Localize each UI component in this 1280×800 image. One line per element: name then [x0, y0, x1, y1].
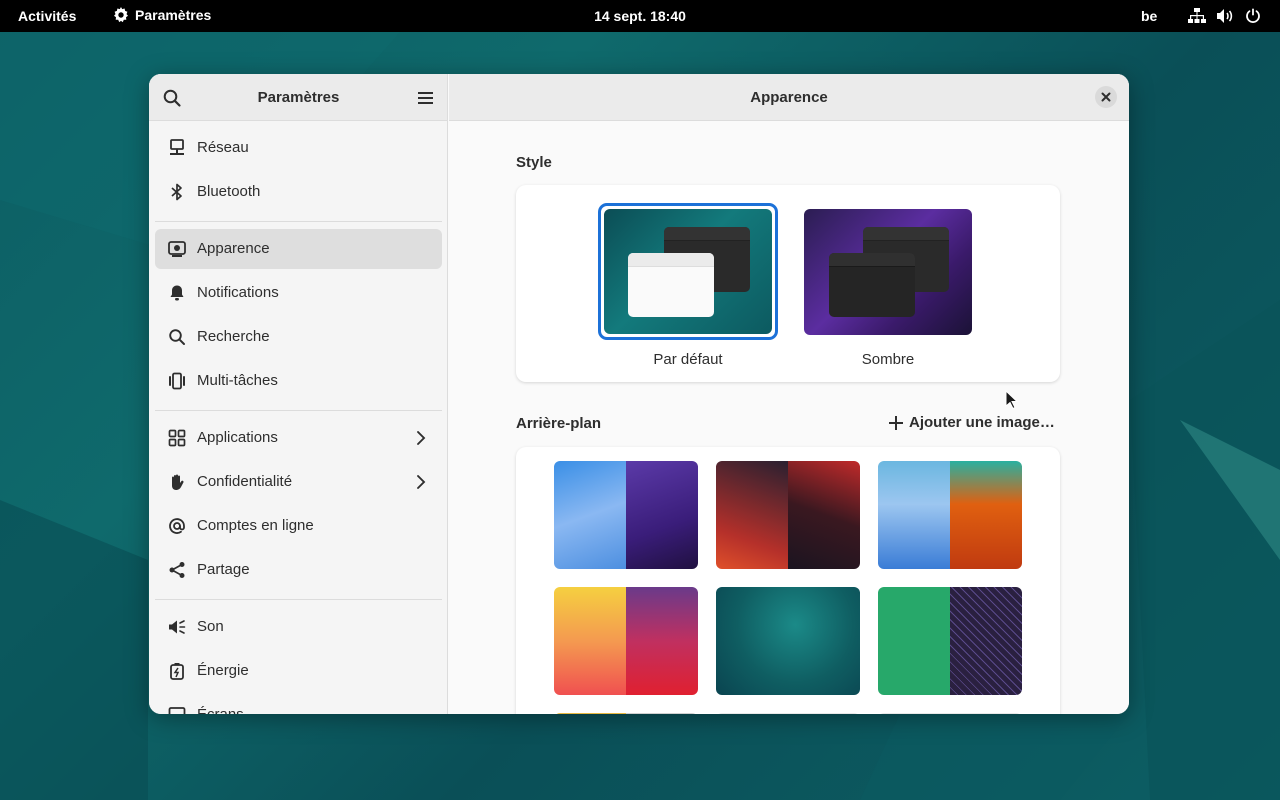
wallpaper-thumbnail[interactable]	[878, 713, 1022, 714]
sidebar: Paramètres Réseau Bluetooth Apparence No…	[149, 74, 448, 714]
chevron-right-icon	[417, 475, 426, 489]
plus-icon	[889, 415, 903, 430]
wallpaper-thumbnail[interactable]	[554, 713, 698, 714]
app-menu[interactable]: Paramètres	[113, 7, 211, 23]
sidebar-item-label: Apparence	[197, 240, 270, 257]
add-image-button[interactable]: Ajouter une image…	[889, 414, 1055, 431]
sidebar-item-label: Applications	[197, 429, 278, 446]
sidebar-item-label: Comptes en ligne	[197, 517, 314, 534]
speaker-icon	[169, 620, 186, 634]
wallpaper-thumbnail[interactable]	[878, 461, 1022, 569]
close-button[interactable]	[1095, 86, 1117, 108]
style-option-dark[interactable]: Sombre	[803, 203, 973, 368]
dark-style-preview	[804, 209, 972, 335]
bluetooth-icon	[171, 183, 182, 201]
sidebar-item-ecrans[interactable]: Écrans	[155, 695, 442, 714]
chevron-right-icon	[417, 431, 426, 445]
app-name: Paramètres	[135, 7, 212, 23]
display-icon	[168, 707, 186, 714]
network-wired-icon	[170, 139, 184, 155]
wallpaper-thumbnail[interactable]	[554, 461, 698, 569]
search-icon	[169, 329, 185, 345]
wallpaper-grid	[516, 447, 1060, 714]
sidebar-item-label: Recherche	[197, 328, 270, 345]
sidebar-item-label: Partage	[197, 561, 250, 578]
content-header: Apparence	[449, 74, 1129, 121]
apps-grid-icon	[168, 429, 186, 447]
multitasking-icon	[169, 372, 185, 390]
sidebar-item-label: Notifications	[197, 284, 279, 301]
sidebar-separator	[155, 410, 442, 411]
background-section-title: Arrière-plan	[516, 415, 602, 432]
top-bar: Activités Paramètres 14 sept. 18:40 be	[0, 0, 1280, 32]
sidebar-item-partage[interactable]: Partage	[155, 550, 442, 590]
wallpaper-thumbnail[interactable]	[716, 587, 860, 695]
sidebar-item-label: Réseau	[197, 139, 249, 156]
sidebar-item-label: Multi-tâches	[197, 372, 278, 389]
sidebar-separator	[155, 599, 442, 600]
sidebar-item-energie[interactable]: Énergie	[155, 651, 442, 691]
power-icon	[1246, 8, 1260, 23]
network-icon	[1188, 8, 1206, 23]
activities-button[interactable]: Activités	[18, 8, 76, 24]
sidebar-item-comptes-en-ligne[interactable]: Comptes en ligne	[155, 506, 442, 546]
sidebar-item-recherche[interactable]: Recherche	[155, 317, 442, 357]
sidebar-item-label: Écrans	[197, 706, 244, 714]
at-icon	[169, 518, 185, 534]
sidebar-title: Paramètres	[257, 89, 340, 106]
sidebar-item-label: Confidentialité	[197, 473, 293, 490]
style-card: Par défaut Sombre	[516, 185, 1060, 382]
settings-window: Paramètres Réseau Bluetooth Apparence No…	[149, 74, 1129, 714]
wallpaper-thumbnail[interactable]	[878, 587, 1022, 695]
sidebar-item-label: Son	[197, 618, 224, 635]
clock[interactable]: 14 sept. 18:40	[594, 8, 686, 24]
style-option-label: Par défaut	[653, 351, 723, 368]
sidebar-item-multitaches[interactable]: Multi-tâches	[155, 361, 442, 401]
wallpaper-thumbnail[interactable]	[716, 461, 860, 569]
sidebar-item-applications[interactable]: Applications	[155, 418, 442, 458]
gear-icon	[114, 7, 128, 23]
close-icon	[1101, 92, 1111, 102]
sidebar-item-apparence[interactable]: Apparence	[155, 229, 442, 269]
share-icon	[169, 562, 185, 578]
mouse-pointer-icon	[1005, 390, 1019, 410]
sidebar-item-confidentialite[interactable]: Confidentialité	[155, 462, 442, 502]
hand-icon	[172, 474, 184, 490]
main-content: Apparence Style Par défaut Sombre Arrièr…	[449, 74, 1129, 714]
system-status-area[interactable]	[1188, 7, 1262, 25]
sidebar-header: Paramètres	[149, 74, 447, 121]
default-style-preview	[604, 209, 772, 334]
page-title: Apparence	[750, 89, 828, 106]
appearance-icon	[168, 241, 186, 257]
style-option-default[interactable]: Par défaut	[598, 203, 778, 368]
add-image-label: Ajouter une image…	[909, 414, 1055, 431]
sidebar-item-son[interactable]: Son	[155, 607, 442, 647]
sidebar-item-notifications[interactable]: Notifications	[155, 273, 442, 313]
battery-icon	[170, 663, 184, 680]
volume-icon	[1217, 9, 1233, 23]
hamburger-menu-icon[interactable]	[416, 88, 436, 108]
wallpaper-thumbnail[interactable]	[554, 587, 698, 695]
sidebar-item-label: Énergie	[197, 662, 249, 679]
sidebar-item-reseau[interactable]: Réseau	[155, 128, 442, 168]
style-option-label: Sombre	[861, 351, 915, 368]
keyboard-layout-indicator[interactable]: be	[1141, 8, 1157, 24]
style-section-title: Style	[516, 154, 552, 171]
sidebar-separator	[155, 221, 442, 222]
wallpaper-thumbnail[interactable]	[716, 713, 860, 714]
bell-icon	[170, 285, 184, 301]
sidebar-item-label: Bluetooth	[197, 183, 261, 200]
sidebar-item-bluetooth[interactable]: Bluetooth	[155, 172, 442, 212]
